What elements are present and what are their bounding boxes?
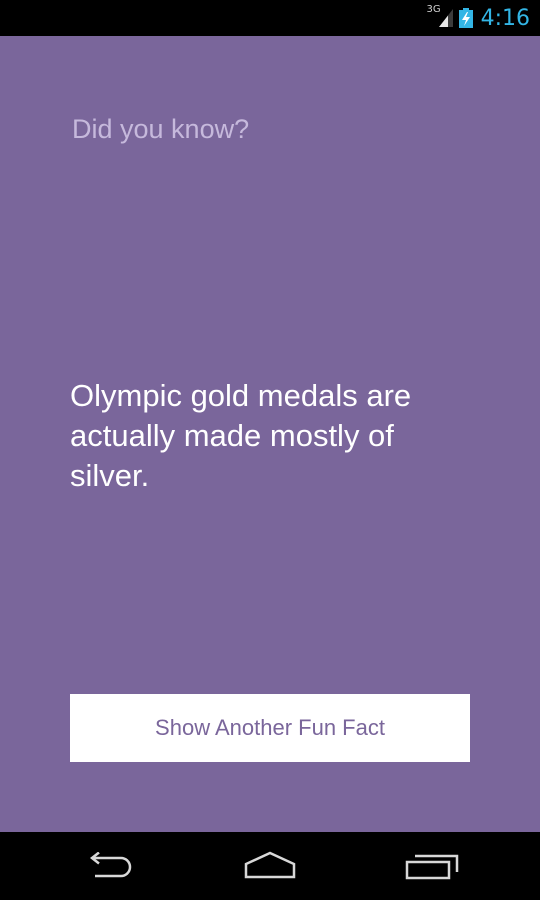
status-bar: 3G 4:16 bbox=[0, 0, 540, 36]
show-another-fact-button[interactable]: Show Another Fun Fact bbox=[70, 694, 470, 762]
home-button[interactable] bbox=[234, 846, 306, 886]
network-type-label: 3G bbox=[426, 4, 441, 15]
signal-icon bbox=[438, 9, 453, 27]
recent-apps-icon bbox=[405, 854, 459, 880]
recent-apps-button[interactable] bbox=[396, 846, 468, 886]
back-icon bbox=[89, 852, 132, 878]
status-time: 4:16 bbox=[480, 5, 530, 31]
status-indicators: 3G 4:16 bbox=[426, 3, 530, 33]
home-icon bbox=[244, 851, 296, 879]
fact-text: Olympic gold medals are actually made mo… bbox=[70, 378, 412, 493]
navigation-bar bbox=[0, 832, 540, 900]
back-button[interactable] bbox=[72, 846, 144, 886]
battery-charging-icon bbox=[458, 8, 473, 28]
headline: Did you know? bbox=[72, 114, 250, 144]
fun-facts-screen: Did you know? Olympic gold medals are ac… bbox=[0, 36, 540, 832]
